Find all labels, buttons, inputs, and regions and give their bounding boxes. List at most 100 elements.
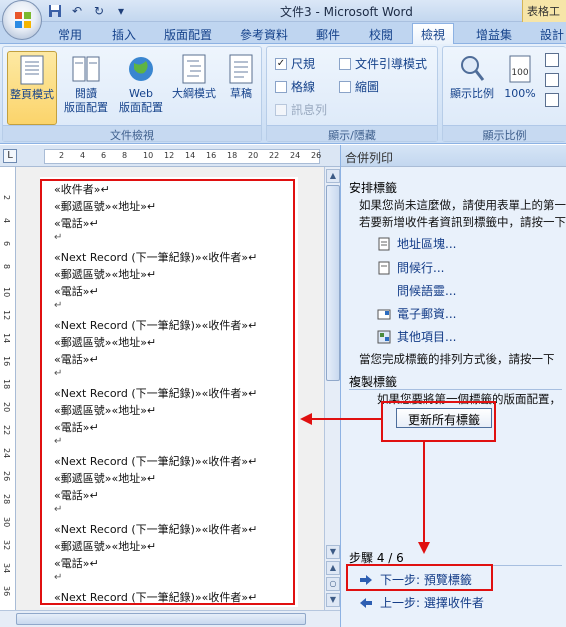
show-hide-group-label: 顯示/隱藏 — [267, 125, 437, 142]
ruler-tick-label: 4 — [2, 218, 11, 224]
greeting-text-link[interactable]: 問候語靈... — [377, 282, 456, 299]
print-layout-icon — [20, 55, 44, 85]
document-map-checkbox-label: 文件引導模式 — [355, 57, 428, 71]
ruler-tick-label: 8 — [122, 151, 128, 160]
document-map-check-icon — [339, 57, 351, 70]
vertical-scroll-thumb[interactable] — [326, 185, 340, 381]
zoom-group-label: 顯示比例 — [443, 125, 566, 142]
web-layout-button[interactable]: Web 版面配置 — [115, 51, 167, 115]
tab-addins[interactable]: 增益集 — [476, 24, 512, 44]
previous-step-label: 上一步: 選擇收件者 — [380, 596, 484, 610]
document-views-group-label: 文件檢視 — [3, 125, 261, 142]
ruler-tick-label: 36 — [2, 586, 11, 597]
ruler-tick-label: 18 — [227, 151, 238, 160]
draft-label: 草稿 — [230, 87, 252, 100]
greeting-line-icon — [378, 261, 390, 274]
scroll-up-icon[interactable]: ▲ — [326, 169, 340, 183]
one-page-icon[interactable] — [545, 53, 559, 67]
gridlines-checkbox-label: 格線 — [291, 80, 316, 94]
replicate-labels-heading: 複製標籤 — [349, 375, 398, 389]
document-map-checkbox[interactable]: 文件引導模式 — [339, 55, 427, 72]
ruler-checkbox-label: 尺規 — [291, 57, 316, 71]
horizontal-scroll-thumb[interactable] — [16, 613, 306, 625]
address-block-label: 地址區塊... — [397, 237, 457, 251]
tab-review[interactable]: 校閱 — [369, 24, 393, 44]
window-title: 文件3 - Microsoft Word — [280, 5, 413, 19]
magnifier-icon — [461, 56, 485, 81]
ruler-tick-label: 12 — [164, 151, 175, 160]
zoom-group: 顯示比例 100 100% 顯示比例 — [442, 46, 566, 142]
tab-design[interactable]: 設計 — [540, 24, 564, 44]
tab-view[interactable]: 檢視 — [412, 23, 455, 45]
greeting-line-label: 問候行... — [397, 261, 445, 275]
gridlines-checkbox[interactable]: 格線 — [275, 78, 315, 95]
vertical-scrollbar[interactable]: ▲ ▼ ▲ ○ ▼ — [324, 167, 340, 610]
thumbnails-checkbox[interactable]: 縮圖 — [339, 78, 379, 95]
two-pages-icon[interactable] — [545, 73, 559, 87]
zoom-button[interactable]: 顯示比例 — [447, 51, 497, 101]
highlight-next-step-box — [346, 564, 493, 591]
page-width-icon[interactable] — [545, 93, 559, 107]
previous-page-icon[interactable]: ▲ — [326, 561, 340, 575]
message-bar-checkbox: 訊息列 — [275, 101, 327, 118]
horizontal-scrollbar[interactable] — [0, 610, 340, 627]
electronic-postage-link[interactable]: 電子郵資... — [377, 305, 456, 322]
print-layout-button[interactable]: 整頁模式 — [7, 51, 57, 125]
outline-button[interactable]: 大綱模式 — [169, 51, 219, 101]
arrange-labels-text-1: 如果您尚未這麼做，請使用表單上的第一 — [359, 198, 566, 212]
ruler-tick-label: 10 — [143, 151, 154, 160]
tab-page-layout[interactable]: 版面配置 — [164, 24, 212, 44]
next-page-icon[interactable]: ▼ — [326, 593, 340, 607]
undo-icon[interactable]: ↶ — [68, 3, 86, 19]
ruler-tick-label: 2 — [59, 151, 65, 160]
gridlines-check-icon — [275, 80, 287, 93]
ruler-row: L 2 4 6 8 10 12 14 16 18 20 22 24 26 — [0, 145, 340, 167]
select-browse-object-icon[interactable]: ○ — [326, 577, 340, 591]
ruler-tick-label: 32 — [2, 540, 11, 551]
tab-home[interactable]: 常用 — [58, 24, 82, 44]
mail-merge-task-pane: 合併列印 安排標籤 如果您尚未這麼做，請使用表單上的第一 若要新增收件者資訊到標… — [340, 145, 566, 627]
horizontal-ruler[interactable]: 2 4 6 8 10 12 14 16 18 20 22 24 26 — [44, 149, 322, 164]
ruler-tick-label: 16 — [206, 151, 217, 160]
tab-insert[interactable]: 插入 — [112, 24, 136, 44]
electronic-postage-label: 電子郵資... — [397, 307, 457, 321]
tab-selector-icon[interactable]: L — [3, 149, 17, 163]
ruler-tick-label: 2 — [2, 195, 11, 201]
message-bar-checkbox-label: 訊息列 — [291, 103, 328, 117]
more-items-link[interactable]: 其他項目... — [377, 328, 456, 345]
full-screen-reading-button[interactable]: 閱讀 版面配置 — [61, 51, 111, 115]
save-icon[interactable] — [46, 3, 64, 19]
draft-icon — [229, 54, 253, 84]
ruler-tick-label: 26 — [311, 151, 322, 160]
office-button[interactable] — [2, 0, 42, 40]
web-layout-icon — [129, 57, 153, 81]
ruler-checkbox[interactable]: ✓ 尺規 — [275, 55, 315, 72]
customize-qat-icon[interactable]: ▾ — [112, 3, 130, 19]
address-block-link[interactable]: 地址區塊... — [377, 235, 456, 252]
ruler-tick-label: 16 — [2, 356, 11, 367]
zoom-100-button[interactable]: 100 100% — [501, 51, 539, 101]
ruler-tick-label: 12 — [2, 310, 11, 321]
previous-step-link[interactable]: 上一步: 選擇收件者 — [360, 594, 484, 611]
web-layout-label: Web 版面配置 — [119, 87, 163, 114]
vertical-ruler[interactable]: 2 4 6 8 10 12 14 16 18 20 22 24 26 28 30 32 34 36 — [0, 167, 16, 610]
greeting-line-link[interactable]: 問候行... — [377, 259, 444, 276]
tab-references[interactable]: 參考資料 — [240, 24, 288, 44]
electronic-postage-icon — [377, 309, 391, 319]
svg-text:100: 100 — [511, 68, 528, 78]
tab-mailings[interactable]: 郵件 — [316, 24, 340, 44]
outline-label: 大綱模式 — [172, 87, 216, 100]
ruler-tick-label: 6 — [2, 241, 11, 247]
context-tab-title: 表格工 — [522, 0, 566, 22]
ruler-tick-label: 18 — [2, 379, 11, 390]
show-hide-group: ✓ 尺規 文件引導模式 格線 縮圖 訊息列 顯示/隱藏 — [266, 46, 438, 142]
ruler-tick-label: 8 — [2, 264, 11, 270]
redo-icon[interactable]: ↻ — [90, 3, 108, 19]
outline-icon — [182, 54, 206, 84]
ruler-tick-label: 24 — [2, 448, 11, 459]
section-divider — [349, 389, 562, 390]
ruler-tick-label: 24 — [290, 151, 301, 160]
scroll-down-icon[interactable]: ▼ — [326, 545, 340, 559]
draft-button[interactable]: 草稿 — [221, 51, 261, 101]
ruler-tick-label: 34 — [2, 563, 11, 574]
